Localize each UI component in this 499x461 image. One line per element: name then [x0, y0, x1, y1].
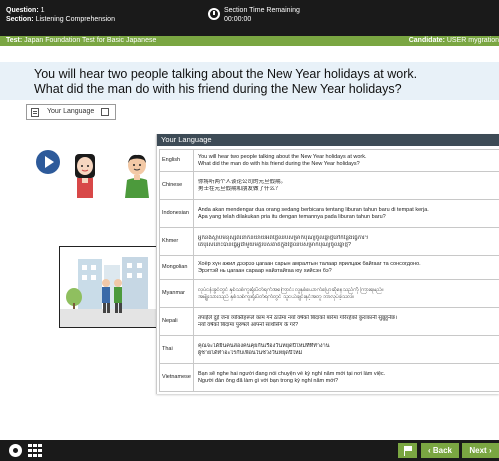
translation-line: အမျိုးသားသည် နှစ်သစ်ကူးရုံးပိတ်ရက်တွင် သ…	[197, 293, 355, 300]
language-translation: អ្នកនឹងស្តាប់មនុស្សពីរនាក់និយាយអំពីថ្ងៃឈ…	[192, 227, 499, 256]
language-translation: Bạn sẽ nghe hai người đang nói chuyện về…	[192, 363, 499, 392]
test-label: Test:	[6, 37, 23, 44]
woman-illustration	[75, 154, 95, 198]
translation-line: Anda akan mendengar dua orang sedang ber…	[197, 206, 429, 213]
translation-line: नयाँ वर्षको बिदामा पुरुषले आफ्नो साथीसँग…	[197, 321, 299, 328]
translation-line: तपाईले दुई जना व्यक्तिहरूले काम गर्ने ठा…	[197, 314, 398, 321]
language-name: Nepali	[159, 307, 194, 336]
language-row: Khmer អ្នកនឹងស្តាប់មនុស្សពីរនាក់និយាយអំពី…	[159, 227, 499, 256]
language-translation: 你将听两个人谈论公司的元旦假期。 男士在元旦假期和朋友做了什么？	[192, 171, 499, 200]
language-name: Mongolian	[159, 255, 194, 280]
translation-line: អ្នកនឹងស្តាប់មនុស្សពីរនាក់និយាយអំពីថ្ងៃឈ…	[197, 234, 369, 241]
language-name: Myanmar	[159, 279, 194, 308]
clock-icon	[208, 8, 220, 20]
language-panel: Your Language English You will hear two p…	[156, 134, 499, 394]
language-row: Mongolian Хоёр хүн ажил дээрээ цагаан сар…	[159, 255, 499, 280]
translation-line: Người đàn ông đã làm gì với bạn trong kỳ…	[197, 377, 339, 384]
section-name: Listening Comprehension	[35, 16, 115, 23]
candidate-label: Candidate:	[408, 37, 445, 44]
question-label: Question:	[6, 7, 39, 14]
your-language-button[interactable]: Your Language	[26, 104, 116, 120]
question-info: Question: 1 Section: Listening Comprehen…	[6, 6, 115, 24]
timer-label: Section Time Remaining	[224, 7, 300, 14]
translation-line: လုပ်ငန်းခွင်တွင် နှစ်သစ်ကူးရုံးပိတ်ရက်အက…	[197, 286, 384, 293]
language-panel-title: Your Language	[157, 134, 499, 146]
translation-line: Хоёр хүн ажил дээрээ цагаан сарын амралт…	[197, 260, 421, 267]
language-row: Myanmar လုပ်ငန်းခွင်တွင် နှစ်သစ်ကူးရုံးပိ…	[159, 279, 499, 308]
language-row: Vietnamese Bạn sẽ nghe hai người đang nói…	[159, 363, 499, 392]
test-name: Japan Foundation Test for Basic Japanese	[24, 37, 157, 44]
timer-value: 00:00:00	[224, 16, 252, 23]
language-row: Chinese 你将听两个人谈论公司的元旦假期。 男士在元旦假期和朋友做了什么？	[159, 171, 499, 200]
translation-line: You will hear two people talking about t…	[197, 153, 367, 160]
translation-line: Эрэгтэй нь цагаан сараар найзтайгаа юу х…	[197, 267, 332, 274]
language-translation: Anda akan mendengar dua orang sedang ber…	[192, 199, 499, 228]
translation-table: English You will hear two people talking …	[159, 149, 499, 392]
document-icon	[31, 108, 39, 117]
street-scene-image	[60, 247, 158, 327]
back-label: Back	[432, 446, 452, 455]
translation-line: Bạn sẽ nghe hai người đang nói chuyện về…	[197, 370, 386, 377]
your-language-label: Your Language	[47, 108, 95, 115]
language-row: Nepali तपाईले दुई जना व्यक्तिहरूले काम गर…	[159, 307, 499, 336]
section-label: Section:	[6, 16, 34, 23]
language-translation: Хоёр хүн ажил дээрээ цагаан сарын амралт…	[192, 255, 499, 280]
next-button[interactable]: Next ›	[462, 443, 499, 458]
timer: Section Time Remaining 00:00:00	[224, 6, 300, 24]
language-translation: You will hear two people talking about t…	[192, 149, 499, 172]
play-icon[interactable]	[36, 150, 60, 174]
translation-line: តើបុរសនោះបានធ្វើអ្វីជាមួយមិត្តរបស់គាត់ក្…	[197, 241, 352, 248]
test-bar: Test: Japan Foundation Test for Basic Ja…	[0, 36, 499, 46]
external-link-icon	[101, 108, 109, 116]
translation-line: 男士在元旦假期和朋友做了什么？	[197, 185, 281, 192]
translation-line: What did the man do with his friend duri…	[197, 160, 360, 167]
language-name: Indonesian	[159, 199, 194, 228]
language-row: Indonesian Anda akan mendengar dua orang …	[159, 199, 499, 228]
language-name: Khmer	[159, 227, 194, 256]
language-name: Chinese	[159, 171, 194, 200]
language-translation: လုပ်ငန်းခွင်တွင် နှစ်သစ်ကူးရုံးပိတ်ရက်အက…	[192, 279, 499, 308]
gear-icon[interactable]	[9, 444, 22, 457]
language-name: Vietnamese	[159, 363, 194, 392]
translation-line: 你将听两个人谈论公司的元旦假期。	[197, 178, 286, 185]
translation-line: Apa yang telah dilakukan pria itu dengan…	[197, 213, 386, 220]
candidate-name: USER mygration	[446, 37, 499, 44]
translation-line: ผู้ชายได้ทำอะไรกับเพื่อนในช่วงวันหยุดปีใ…	[197, 349, 303, 356]
language-name: English	[159, 149, 194, 172]
language-row: English You will hear two people talking …	[159, 149, 499, 172]
bottom-bar: ‹ Back Next ›	[0, 440, 499, 461]
language-name: Thai	[159, 335, 194, 364]
top-header: Question: 1 Section: Listening Comprehen…	[0, 0, 499, 36]
question-line-1: You will hear two people talking about t…	[34, 67, 418, 81]
language-translation: คุณจะได้ยินคนสองคนคุยกันเรื่องวันหยุดปีใ…	[192, 335, 499, 364]
back-button[interactable]: ‹ Back	[421, 443, 459, 458]
question-prompt: You will hear two people talking about t…	[0, 62, 499, 100]
man-illustration	[125, 154, 149, 198]
question-line-2: What did the man do with his friend duri…	[34, 82, 402, 96]
language-row: Thai คุณจะได้ยินคนสองคนคุยกันเรื่องวันหยุ…	[159, 335, 499, 364]
scene-illustration	[59, 246, 159, 328]
language-translation: तपाईले दुई जना व्यक्तिहरूले काम गर्ने ठा…	[192, 307, 499, 336]
translation-line: คุณจะได้ยินคนสองคนคุยกันเรื่องวันหยุดปีใ…	[197, 342, 330, 349]
grid-icon[interactable]	[28, 444, 42, 457]
flag-button[interactable]	[398, 443, 417, 458]
next-label: Next	[469, 446, 487, 455]
question-number: 1	[40, 7, 45, 14]
